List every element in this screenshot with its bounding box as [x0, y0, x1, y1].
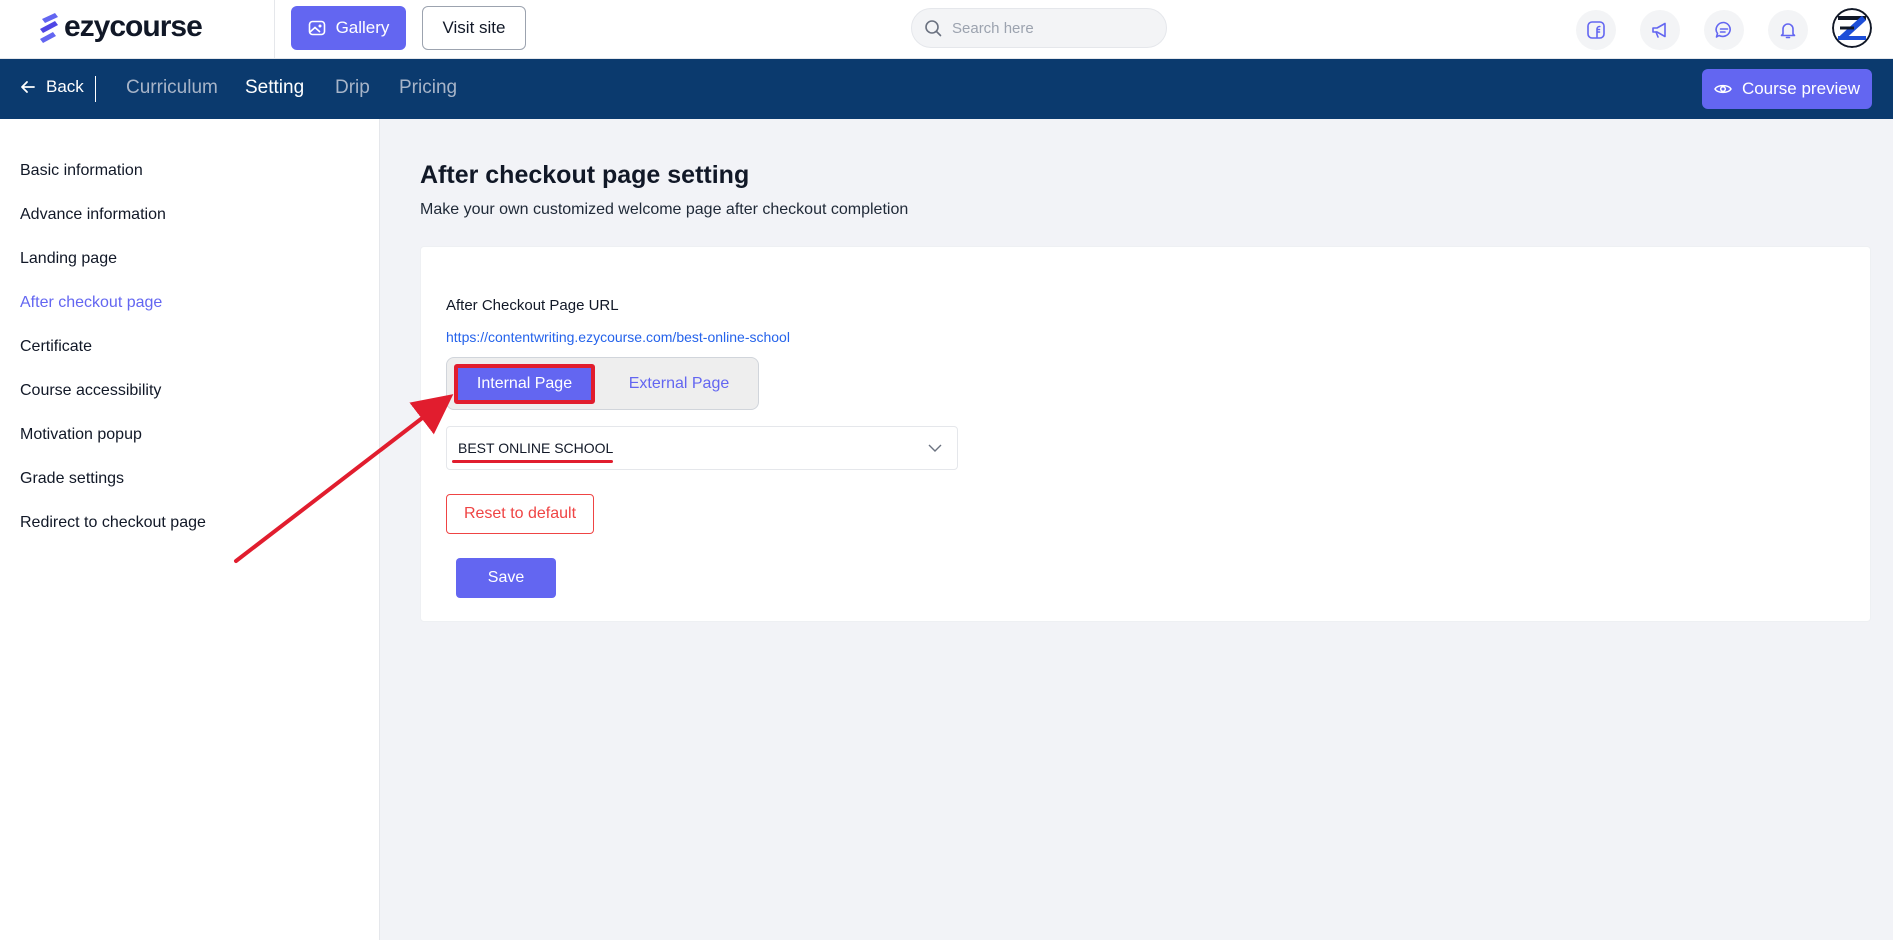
- arrow-left-icon: [21, 81, 35, 93]
- chevron-down-icon: [928, 444, 942, 452]
- bell-icon: [1780, 23, 1796, 39]
- sidebar-item-certificate[interactable]: Certificate: [20, 338, 92, 356]
- tab-drip[interactable]: Drip: [335, 77, 370, 99]
- after-checkout-url-link[interactable]: https://contentwriting.ezycourse.com/bes…: [446, 329, 790, 345]
- tab-setting[interactable]: Setting: [245, 77, 304, 99]
- logo-text: ezycourse: [64, 10, 203, 43]
- sidebar-item-grade-settings[interactable]: Grade settings: [20, 470, 124, 488]
- select-value: BEST ONLINE SCHOOL: [458, 440, 614, 456]
- back-button[interactable]: Back: [20, 77, 84, 97]
- sidebar-item-basic-information[interactable]: Basic information: [20, 162, 143, 180]
- sidebar-item-after-checkout-page[interactable]: After checkout page: [20, 294, 162, 312]
- announcement-button[interactable]: [1640, 10, 1680, 50]
- sidebar-item-redirect-to-checkout-page[interactable]: Redirect to checkout page: [20, 514, 206, 532]
- avatar[interactable]: [1832, 8, 1872, 48]
- course-nav-bar: Back Curriculum Setting Drip Pricing Cou…: [0, 59, 1893, 119]
- external-page-button[interactable]: External Page: [605, 364, 753, 404]
- logo[interactable]: ezycourse: [38, 9, 203, 45]
- back-label: Back: [46, 77, 84, 96]
- internal-page-select[interactable]: BEST ONLINE SCHOOL: [446, 426, 958, 470]
- page-type-toggle: Internal Page External Page: [446, 357, 759, 410]
- tab-curriculum[interactable]: Curriculum: [126, 77, 218, 99]
- settings-card: After Checkout Page URL https://contentw…: [420, 246, 1871, 622]
- save-button[interactable]: Save: [456, 558, 556, 598]
- sidebar-item-course-accessibility[interactable]: Course accessibility: [20, 382, 161, 400]
- search-input[interactable]: [952, 19, 1142, 37]
- course-preview-button[interactable]: Course preview: [1702, 69, 1872, 109]
- facebook-button[interactable]: [1576, 10, 1616, 50]
- url-label: After Checkout Page URL: [446, 297, 619, 314]
- search-icon: [925, 20, 942, 37]
- sidebar-item-motivation-popup[interactable]: Motivation popup: [20, 426, 142, 444]
- settings-sidebar: Basic information Advance information La…: [0, 119, 380, 940]
- nav-divider: [95, 76, 96, 102]
- search-bar[interactable]: [911, 8, 1167, 48]
- messages-button[interactable]: [1704, 10, 1744, 50]
- gallery-icon: [308, 20, 325, 36]
- page-subtitle: Make your own customized welcome page af…: [420, 201, 909, 218]
- gallery-label: Gallery: [335, 18, 390, 37]
- gallery-button[interactable]: Gallery: [291, 6, 406, 50]
- course-preview-label: Course preview: [1741, 79, 1861, 98]
- chat-icon: [1715, 21, 1731, 38]
- page-title: After checkout page setting: [420, 161, 750, 189]
- top-bar: ezycourse Gallery Visit site: [0, 0, 1893, 59]
- internal-page-button[interactable]: Internal Page: [454, 364, 595, 404]
- sidebar-item-landing-page[interactable]: Landing page: [20, 250, 117, 268]
- reset-to-default-button[interactable]: Reset to default: [446, 494, 594, 534]
- avatar-icon: [1832, 8, 1872, 48]
- annotation-underline: [452, 460, 613, 463]
- logo-mark-icon: [40, 13, 58, 43]
- visit-site-button[interactable]: Visit site: [422, 6, 526, 50]
- facebook-icon: [1587, 21, 1605, 39]
- tab-pricing[interactable]: Pricing: [399, 77, 457, 99]
- sidebar-item-advance-information[interactable]: Advance information: [20, 206, 166, 224]
- divider: [274, 0, 275, 59]
- megaphone-icon: [1652, 22, 1666, 38]
- eye-icon: [1714, 84, 1732, 94]
- notifications-button[interactable]: [1768, 10, 1808, 50]
